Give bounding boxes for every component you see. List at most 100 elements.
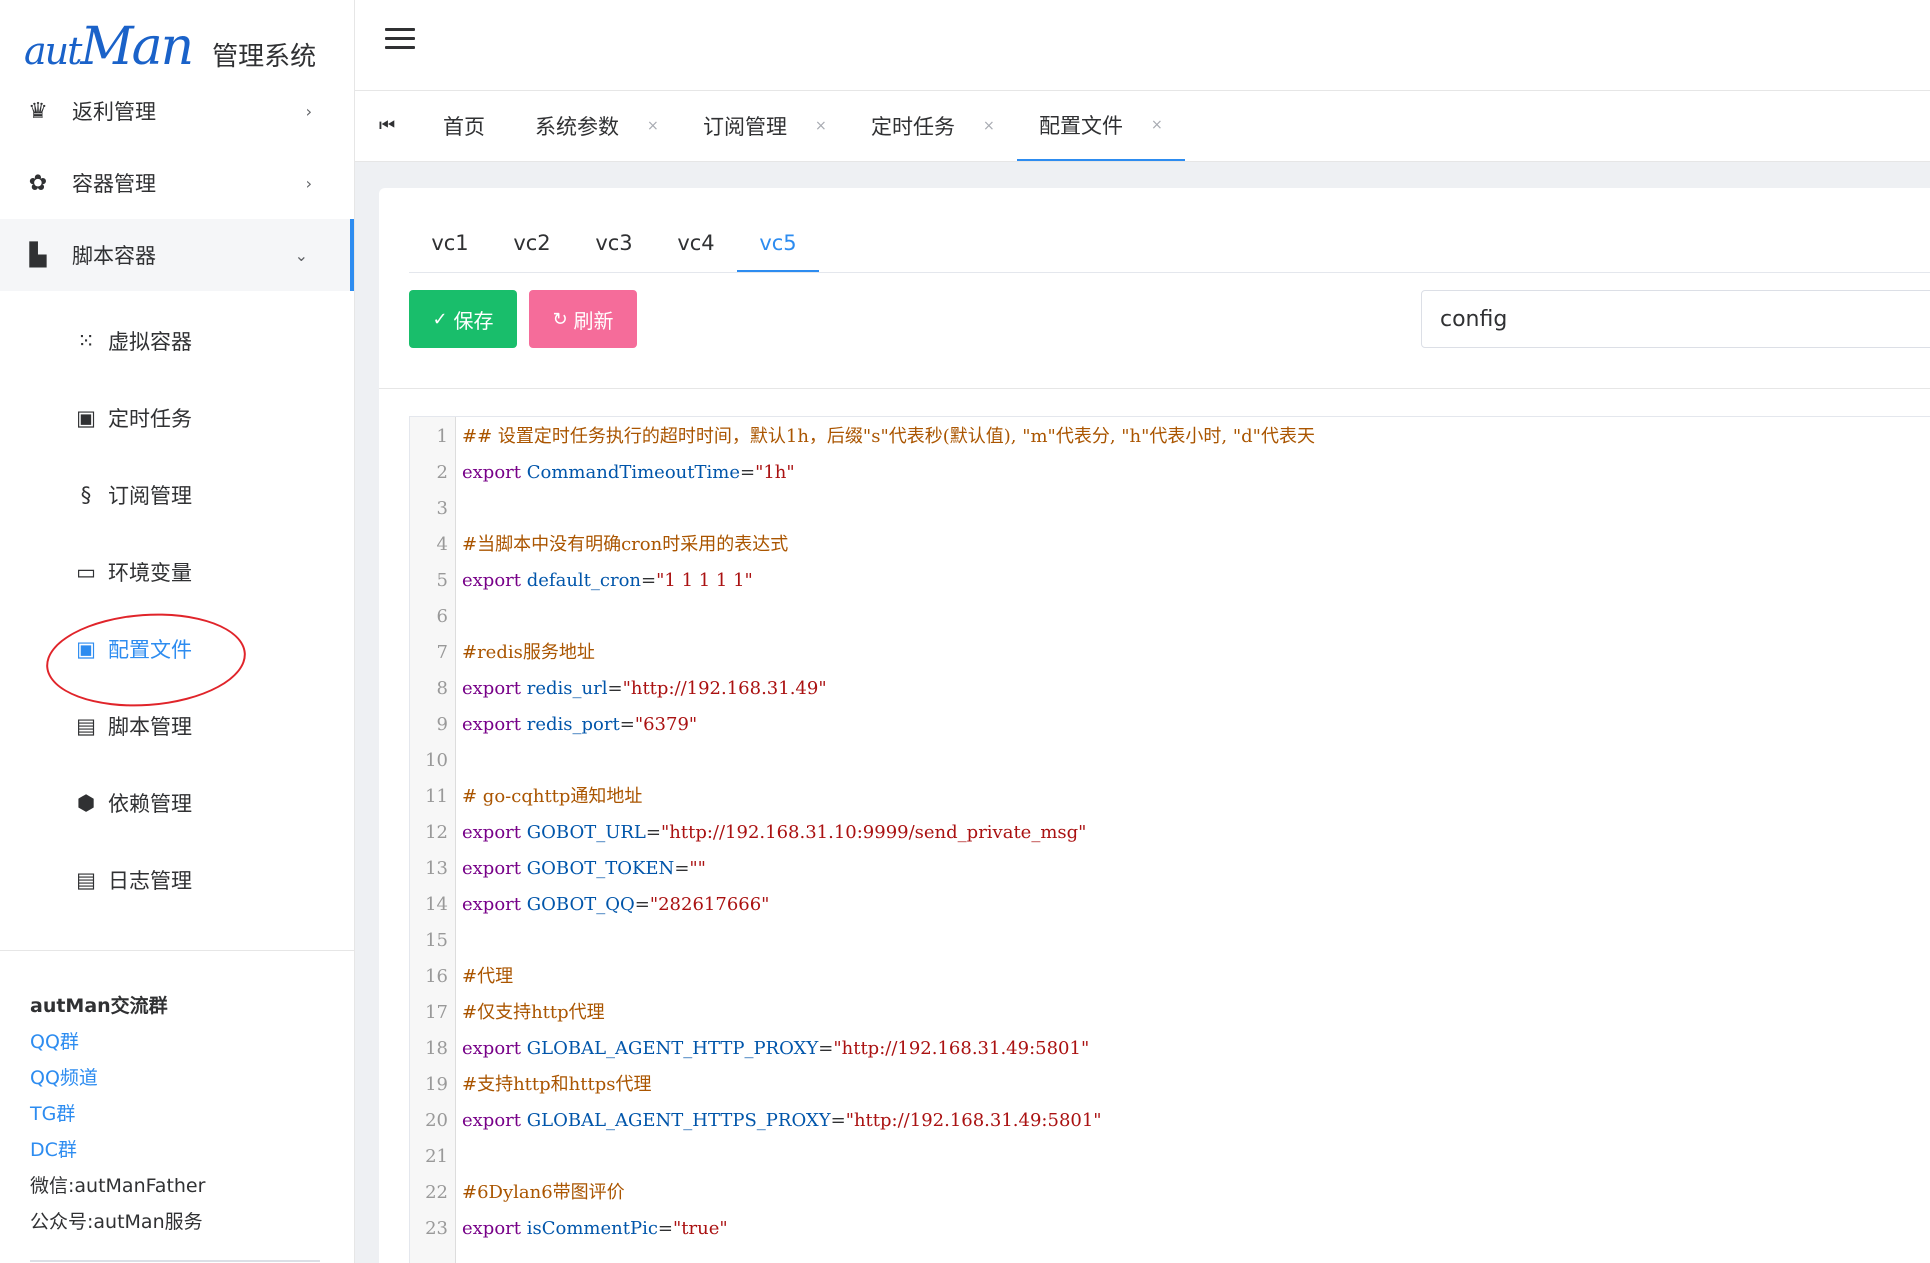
- close-icon[interactable]: ×: [983, 118, 995, 134]
- wechat-text: 微信:autManFather: [30, 1175, 206, 1197]
- dots-grid-icon: ⁙: [77, 329, 95, 353]
- menu-rebate[interactable]: ♛ 返利管理 ›: [0, 75, 354, 147]
- subtab-vc5[interactable]: vc5: [737, 216, 819, 272]
- tg-group-link[interactable]: TG群: [30, 1096, 205, 1132]
- check-icon: ✓: [432, 308, 448, 330]
- brand-logo: autMan: [24, 17, 194, 77]
- code-keyword: export: [462, 570, 522, 591]
- dc-group-link[interactable]: DC群: [30, 1132, 205, 1168]
- submenu-virtual-container[interactable]: ⁙ 虚拟容器: [0, 310, 354, 372]
- code-editor[interactable]: 1 ## 设置定时任务执行的超时时间，默认1h，后缀"s"代表秒(默认值), "m…: [409, 416, 1930, 1263]
- code-text: #redis服务地址: [462, 635, 595, 671]
- menu-script-container[interactable]: ▙ 脚本容器 ⌄: [0, 219, 354, 291]
- tab-label: 订阅管理: [703, 115, 787, 139]
- code-comment: # go-cqhttp通知地址: [462, 786, 643, 807]
- submenu-logs[interactable]: ▤ 日志管理: [0, 849, 354, 911]
- menu-container[interactable]: ✿ 容器管理 ›: [0, 147, 354, 219]
- tab-system-params[interactable]: 系统参数 ×: [535, 91, 659, 161]
- qq-channel-link[interactable]: QQ频道: [30, 1060, 205, 1096]
- tab-home[interactable]: 首页: [443, 91, 485, 161]
- submenu-env-vars[interactable]: ▭ 环境变量: [0, 541, 354, 603]
- code-comment: #当脚本中没有明确cron时采用的表达式: [462, 534, 789, 555]
- calendar-clock-icon: ▣: [76, 406, 96, 430]
- tab-bar: ⏮ 首页 系统参数 × 订阅管理 × 定时任务 × 配置文件 ×: [355, 91, 1930, 162]
- refresh-label: 刷新: [573, 308, 614, 333]
- refresh-button[interactable]: ↻ 刷新: [529, 290, 637, 348]
- code-string: "6379": [634, 714, 698, 735]
- code-line: 4 #当脚本中没有明确cron时采用的表达式: [410, 527, 1930, 563]
- chevron-right-icon: ›: [305, 101, 312, 121]
- submenu-subscriptions[interactable]: § 订阅管理: [0, 464, 354, 526]
- submenu-label: 订阅管理: [108, 484, 192, 508]
- code-line: 1 ## 设置定时任务执行的超时时间，默认1h，后缀"s"代表秒(默认值), "m…: [410, 419, 1930, 455]
- community-title: autMan交流群: [30, 995, 168, 1017]
- code-text: ## 设置定时任务执行的超时时间，默认1h，后缀"s"代表秒(默认值), "m"…: [462, 419, 1315, 455]
- close-icon[interactable]: ×: [815, 118, 827, 134]
- config-subtabs: vc1 vc2 vc3 vc4 vc5: [409, 216, 1930, 273]
- tab-label: 配置文件: [1039, 114, 1123, 138]
- line-number: 16: [425, 966, 448, 987]
- official-account-text: 公众号:autMan服务: [30, 1211, 203, 1233]
- code-keyword: export: [462, 714, 522, 735]
- config-file-select[interactable]: config: [1421, 290, 1930, 348]
- submenu-label: 虚拟容器: [108, 330, 192, 354]
- line-number: 4: [436, 534, 448, 555]
- subtab-vc2[interactable]: vc2: [491, 216, 573, 270]
- submenu-dependencies[interactable]: ⬢ 依赖管理: [0, 772, 354, 834]
- code-string: "http://192.168.31.49:5801": [845, 1110, 1102, 1131]
- code-line: 19 #支持http和https代理: [410, 1067, 1930, 1103]
- code-text: export default_cron="1 1 1 1 1": [462, 570, 753, 591]
- save-button[interactable]: ✓ 保存: [409, 290, 517, 348]
- skip-back-icon[interactable]: ⏮: [379, 115, 395, 136]
- log-file-icon: ▤: [76, 868, 96, 892]
- subtab-vc3[interactable]: vc3: [573, 216, 655, 270]
- line-number: 7: [436, 642, 448, 663]
- sidebar-bottom-line: [30, 1260, 320, 1262]
- line-number: 5: [436, 570, 448, 591]
- config-icon: ▣: [76, 637, 96, 661]
- line-number: 14: [425, 894, 448, 915]
- code-comment: #redis服务地址: [462, 642, 595, 663]
- code-line: 11 # go-cqhttp通知地址: [410, 779, 1930, 815]
- code-keyword: export: [462, 1038, 522, 1059]
- code-string: "true": [673, 1218, 728, 1239]
- qq-group-link[interactable]: QQ群: [30, 1024, 205, 1060]
- subtab-vc4[interactable]: vc4: [655, 216, 737, 270]
- line-number: 10: [425, 750, 448, 771]
- subtab-vc1[interactable]: vc1: [409, 216, 491, 270]
- dependency-icon: ⬢: [76, 791, 96, 815]
- code-line: 9 export redis_port="6379": [410, 707, 1930, 743]
- close-icon[interactable]: ×: [1151, 117, 1163, 133]
- submenu-script-manage[interactable]: ▤ 脚本管理: [0, 695, 354, 757]
- code-text: export GLOBAL_AGENT_HTTPS_PROXY="http://…: [462, 1110, 1102, 1131]
- line-number: 3: [436, 498, 448, 519]
- hamburger-menu-icon[interactable]: [385, 28, 415, 50]
- code-keyword: export: [462, 678, 522, 699]
- tab-subscriptions[interactable]: 订阅管理 ×: [703, 91, 827, 161]
- code-text: #当脚本中没有明确cron时采用的表达式: [462, 527, 788, 563]
- tab-config-files[interactable]: 配置文件 ×: [1017, 91, 1185, 161]
- monitor-icon: ▭: [76, 560, 96, 584]
- tab-cron-tasks[interactable]: 定时任务 ×: [871, 91, 995, 161]
- crown-icon: ♛: [28, 98, 48, 124]
- code-variable: redis_url: [526, 678, 608, 699]
- code-line: 2 export CommandTimeoutTime="1h": [410, 455, 1930, 491]
- close-icon[interactable]: ×: [647, 118, 659, 134]
- submenu-config-files[interactable]: ▣ 配置文件: [0, 618, 354, 680]
- sidebar: autMan 管理系统 ♛ 返利管理 › ✿ 容器管理 › ▙ 脚本容器 ⌄ ⁙…: [0, 0, 355, 1263]
- top-header: [355, 0, 1930, 91]
- line-number: 15: [425, 930, 448, 951]
- code-line: 8 export redis_url="http://192.168.31.49": [410, 671, 1930, 707]
- tab-label: 定时任务: [871, 115, 955, 139]
- code-line: 12 export GOBOT_URL="http://192.168.31.10…: [410, 815, 1930, 851]
- line-number: 6: [436, 606, 448, 627]
- submenu-label: 环境变量: [108, 561, 192, 585]
- line-number: 22: [425, 1182, 448, 1203]
- line-number: 20: [425, 1110, 448, 1131]
- code-line: 16 #代理: [410, 959, 1930, 995]
- code-line: 6: [410, 599, 1930, 635]
- submenu-cron-tasks[interactable]: ▣ 定时任务: [0, 387, 354, 449]
- code-variable: redis_port: [526, 714, 620, 735]
- code-keyword: export: [462, 462, 522, 483]
- code-string: "282617666": [649, 894, 770, 915]
